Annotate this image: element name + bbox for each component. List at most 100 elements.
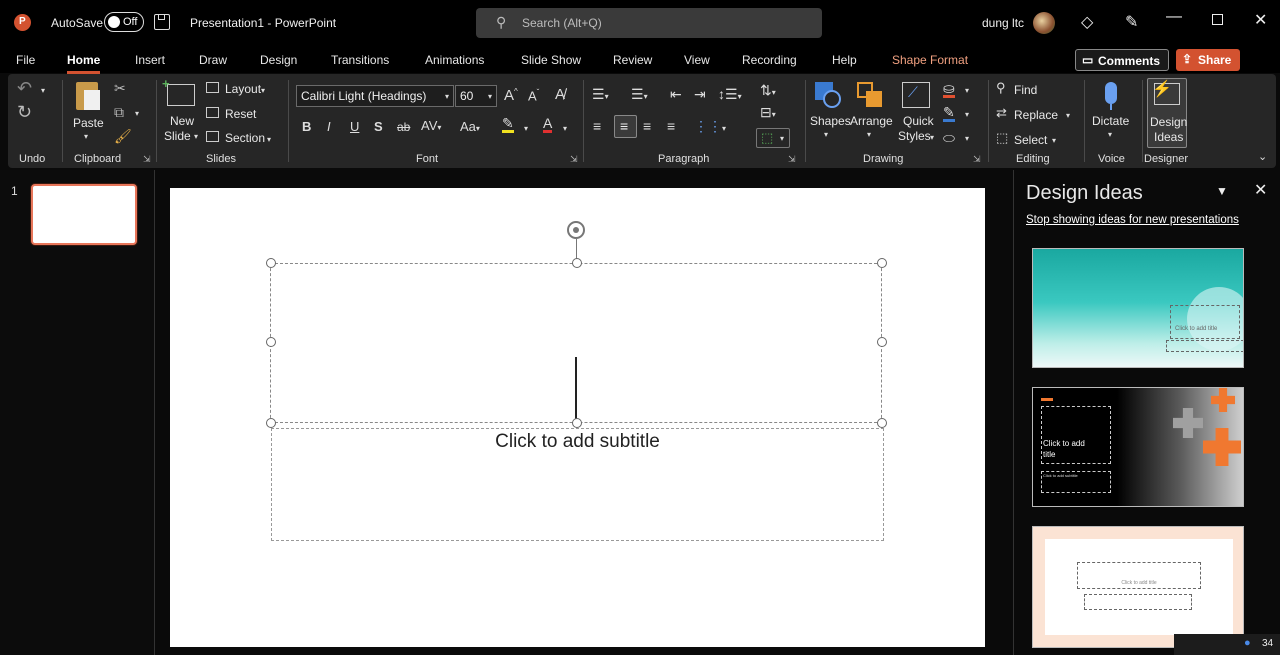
clear-formatting-icon[interactable]: A̸ [555, 86, 565, 103]
align-left-icon[interactable]: ≡ [593, 118, 601, 134]
resize-handle[interactable] [572, 258, 582, 268]
italic-icon[interactable]: I [327, 119, 331, 134]
design-ideas-button[interactable]: ⚡ Design Ideas [1147, 78, 1187, 148]
resize-handle[interactable] [877, 337, 887, 347]
shapes-button[interactable]: Shapes ▾ [809, 78, 851, 144]
slide-thumbnail[interactable] [31, 184, 137, 245]
tab-transitions[interactable]: Transitions [331, 53, 389, 67]
paragraph-launcher-icon[interactable]: ⇲ [788, 154, 796, 165]
bullets-icon[interactable]: ☰▾ [592, 86, 609, 103]
tab-animations[interactable]: Animations [425, 53, 484, 67]
find-button[interactable]: ⚲ Find [996, 80, 1056, 98]
arrange-button[interactable]: Arrange ▾ [849, 78, 893, 144]
section-button[interactable]: Section ▾ [206, 129, 276, 147]
shape-fill-dropdown-icon[interactable]: ▾ [965, 86, 969, 95]
tab-help[interactable]: Help [832, 53, 857, 67]
tab-review[interactable]: Review [613, 53, 652, 67]
subtitle-placeholder[interactable]: Click to add subtitle [271, 428, 884, 541]
pen-icon[interactable]: ✎ [1125, 12, 1138, 32]
restore-icon[interactable] [1212, 14, 1223, 25]
diamond-icon[interactable]: ◇ [1081, 12, 1093, 32]
share-button[interactable]: ⇪ Share [1176, 49, 1240, 71]
copy-dropdown-icon[interactable]: ▾ [135, 109, 139, 118]
align-center-button[interactable]: ≡ [614, 115, 637, 138]
minimize-icon[interactable]: — [1166, 8, 1182, 26]
font-size-select[interactable]: 60 ▾ [455, 85, 497, 107]
strikethrough-icon[interactable]: ab [397, 120, 410, 134]
shape-effects-icon[interactable]: ⬭ [943, 130, 955, 147]
close-window-icon[interactable]: ✕ [1254, 10, 1267, 30]
avatar[interactable] [1033, 12, 1055, 34]
design-idea-thumbnail-2[interactable]: Click to add title Click to add subtitle [1032, 387, 1244, 507]
font-color-icon[interactable]: A [543, 116, 553, 133]
tab-shape-format[interactable]: Shape Format [892, 53, 968, 67]
stop-showing-link[interactable]: Stop showing ideas for new presentations [1026, 214, 1239, 226]
tab-draw[interactable]: Draw [199, 53, 227, 67]
redo-icon[interactable]: ↻ [17, 102, 32, 123]
copy-icon[interactable]: ⧉ [114, 104, 124, 121]
tab-design[interactable]: Design [260, 53, 297, 67]
cut-icon[interactable]: ✂ [114, 80, 126, 97]
tab-view[interactable]: View [684, 53, 710, 67]
rotate-handle-icon[interactable] [567, 221, 585, 239]
design-idea-thumbnail-3[interactable]: Click to add title [1032, 526, 1244, 648]
design-idea-thumbnail-1[interactable]: Click to add title [1032, 248, 1244, 368]
shape-effects-dropdown-icon[interactable]: ▾ [965, 134, 969, 143]
line-spacing-icon[interactable]: ↕☰▾ [718, 86, 742, 103]
close-pane-icon[interactable]: ✕ [1254, 180, 1267, 200]
highlight-icon[interactable]: ✎ [502, 116, 514, 133]
shadow-icon[interactable]: S [374, 119, 383, 134]
dictate-button[interactable]: Dictate ▾ [1090, 78, 1134, 144]
resize-handle[interactable] [877, 418, 887, 428]
tab-file[interactable]: File [16, 53, 35, 67]
font-color-dropdown-icon[interactable]: ▾ [563, 124, 567, 133]
save-icon[interactable] [154, 14, 170, 30]
resize-handle[interactable] [266, 337, 276, 347]
search-box[interactable]: ⚲ Search (Alt+Q) [476, 8, 822, 38]
font-launcher-icon[interactable]: ⇲ [570, 154, 578, 165]
reset-button[interactable]: Reset [206, 105, 266, 123]
decrease-indent-icon[interactable]: ⇤ [670, 86, 682, 103]
tab-slide-show[interactable]: Slide Show [521, 53, 581, 67]
decrease-font-icon[interactable]: Aˇ [528, 88, 539, 103]
increase-indent-icon[interactable]: ⇥ [694, 86, 706, 103]
smartart-button[interactable]: ⬚ ▾ [756, 128, 790, 148]
numbering-icon[interactable]: ☰▾ [631, 86, 648, 103]
tab-insert[interactable]: Insert [135, 53, 165, 67]
columns-icon[interactable]: ⋮⋮▾ [694, 118, 726, 135]
format-painter-icon[interactable]: 🖌 [114, 128, 132, 145]
replace-button[interactable]: ⇄ Replace ▾ [996, 105, 1076, 123]
font-name-select[interactable]: Calibri Light (Headings) ▾ [296, 85, 454, 107]
align-right-icon[interactable]: ≡ [643, 118, 651, 134]
shape-fill-icon[interactable]: ⛀ [943, 81, 955, 98]
tray-icon[interactable]: ● [1244, 637, 1251, 649]
change-case-icon[interactable]: Aa▾ [460, 119, 480, 134]
slide-canvas[interactable]: Click to add subtitle [170, 188, 985, 647]
quick-styles-button[interactable]: ⟋ Quick Styles ▾ [898, 78, 938, 144]
text-direction-icon[interactable]: ⇅▾ [760, 82, 776, 99]
new-slide-button[interactable]: + New Slide ▾ [162, 76, 200, 144]
comments-button[interactable]: ▭ Comments [1075, 49, 1169, 71]
shape-outline-icon[interactable]: ✎ [943, 105, 955, 122]
collapse-ribbon-icon[interactable]: ⌄ [1258, 150, 1267, 163]
select-button[interactable]: ⬚ Select ▾ [996, 130, 1066, 148]
tab-home[interactable]: Home [67, 53, 101, 74]
underline-icon[interactable]: U [350, 119, 359, 134]
autosave-toggle[interactable]: Off [104, 12, 144, 32]
bold-icon[interactable]: B [302, 119, 311, 134]
undo-dropdown-icon[interactable]: ▾ [41, 86, 45, 95]
shape-outline-dropdown-icon[interactable]: ▾ [965, 110, 969, 119]
align-text-icon[interactable]: ⊟▾ [760, 104, 776, 121]
tab-recording[interactable]: Recording [742, 53, 797, 67]
highlight-dropdown-icon[interactable]: ▾ [524, 124, 528, 133]
resize-handle[interactable] [572, 418, 582, 428]
drawing-launcher-icon[interactable]: ⇲ [973, 154, 981, 165]
justify-icon[interactable]: ≡ [667, 118, 675, 134]
paste-button[interactable]: Paste ▾ [70, 80, 106, 144]
increase-font-icon[interactable]: A^ [504, 87, 518, 104]
clipboard-launcher-icon[interactable]: ⇲ [143, 154, 151, 165]
pane-options-icon[interactable]: ▼ [1216, 184, 1228, 198]
resize-handle[interactable] [266, 418, 276, 428]
resize-handle[interactable] [877, 258, 887, 268]
undo-icon[interactable]: ↶ [17, 78, 32, 99]
